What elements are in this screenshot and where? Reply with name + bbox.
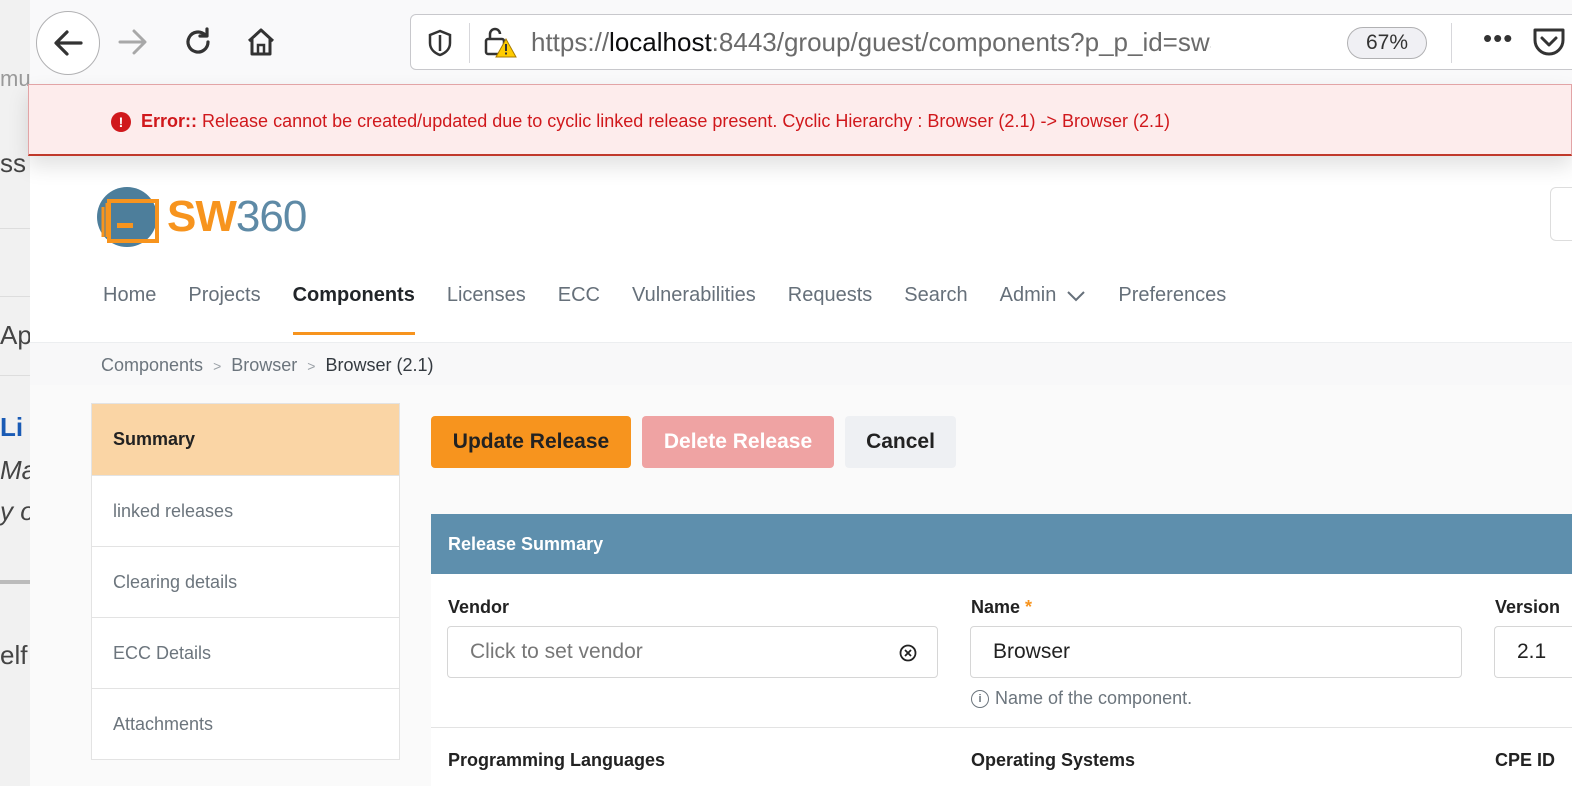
error-text: Release cannot be created/updated due to… <box>202 111 1170 131</box>
programming-languages-label: Programming Languages <box>448 750 666 770</box>
forward-button[interactable] <box>110 19 156 65</box>
required-mark: * <box>1025 597 1033 617</box>
update-release-button[interactable]: Update Release <box>431 416 631 468</box>
name-field[interactable]: Browser <box>970 626 1462 678</box>
bg-fragment: ss <box>0 148 26 178</box>
bg-divider <box>0 580 30 584</box>
reload-icon <box>186 27 210 54</box>
reload-button[interactable] <box>175 19 221 65</box>
page-actions-button[interactable]: ••• <box>1483 23 1513 54</box>
logo-number: 360 <box>235 192 307 241</box>
breadcrumb: Components > Browser > Browser (2.1) <box>101 355 433 376</box>
name-hint: i Name of the component. <box>971 688 1192 709</box>
vendor-placeholder: Click to set vendor <box>470 640 643 663</box>
clear-vendor-icon[interactable] <box>899 644 917 662</box>
name-hint-text: Name of the component. <box>995 688 1193 708</box>
bg-divider <box>0 296 30 297</box>
nav-ecc[interactable]: ECC <box>558 284 600 321</box>
error-message: Error:: Release cannot be created/update… <box>141 111 1170 132</box>
bg-fragment: mu <box>0 66 30 91</box>
operating-systems-label: Operating Systems <box>971 750 1136 770</box>
error-alert: ! Error:: Release cannot be created/upda… <box>28 84 1572 156</box>
tracking-shield-icon[interactable] <box>427 29 453 57</box>
insecure-lock-icon[interactable] <box>483 25 519 59</box>
error-icon: ! <box>111 112 131 132</box>
home-icon <box>247 28 275 56</box>
bg-fragment: Ma <box>0 455 30 485</box>
logo-sw: SW <box>167 192 237 241</box>
url-bar[interactable]: https://localhost:8443/group/guest/compo… <box>410 14 1572 70</box>
cancel-button[interactable]: Cancel <box>845 416 956 468</box>
bg-fragment: elf <box>0 640 28 670</box>
release-sidebar: Summary linked releases Clearing details… <box>91 403 400 760</box>
bg-divider <box>0 228 30 229</box>
vendor-label: Vendor <box>448 597 510 617</box>
nav-admin-label: Admin <box>999 284 1057 306</box>
home-button[interactable] <box>238 19 284 65</box>
breadcrumb-bar: Components > Browser > Browser (2.1) <box>30 342 1572 386</box>
breadcrumb-components[interactable]: Components <box>101 355 203 375</box>
top-right-control[interactable] <box>1550 187 1572 241</box>
nav-home[interactable]: Home <box>103 284 156 321</box>
cpe-id-label: CPE ID <box>1495 750 1556 770</box>
nav-search[interactable]: Search <box>904 284 967 321</box>
nav-components[interactable]: Components <box>292 284 416 335</box>
nav-preferences[interactable]: Preferences <box>1118 284 1226 321</box>
breadcrumb-component[interactable]: Browser <box>231 355 297 375</box>
breadcrumb-current: Browser (2.1) <box>325 355 434 375</box>
version-value: 2.1 <box>1517 640 1547 663</box>
nav-projects[interactable]: Projects <box>188 284 260 321</box>
back-button[interactable] <box>36 11 100 75</box>
version-field[interactable]: 2.1 <box>1494 626 1572 678</box>
sidebar-item-summary[interactable]: Summary <box>92 404 399 475</box>
chevron-down-icon <box>1067 291 1086 302</box>
url-separator <box>469 23 470 63</box>
vendor-field[interactable]: Click to set vendor <box>447 626 938 678</box>
version-label: Version <box>1495 597 1561 617</box>
url-text[interactable]: https://localhost:8443/group/guest/compo… <box>531 27 1211 58</box>
logo-emblem-icon <box>97 187 159 247</box>
chevron-right-icon: > <box>307 358 316 374</box>
bg-fragment: Li <box>0 412 24 442</box>
nav-admin[interactable]: Admin <box>1000 284 1087 321</box>
bg-fragment: y o <box>0 496 30 526</box>
sidebar-item-attachments[interactable]: Attachments <box>92 688 399 759</box>
release-summary-header: Release Summary <box>431 514 1572 574</box>
nav-requests[interactable]: Requests <box>788 284 873 321</box>
bg-divider <box>0 375 30 376</box>
url-host: localhost <box>609 27 712 57</box>
nav-vulnerabilities[interactable]: Vulnerabilities <box>632 284 756 321</box>
bg-fragment: Ap <box>0 320 30 350</box>
info-icon: i <box>971 689 989 708</box>
sw360-logo[interactable]: SW360 <box>95 185 307 249</box>
name-label: Name * <box>971 597 1032 618</box>
browser-toolbar: https://localhost:8443/group/guest/compo… <box>30 0 1572 85</box>
delete-release-button[interactable]: Delete Release <box>642 416 834 468</box>
background-window: mu ss Ap Li Ma y o elf <box>0 0 30 786</box>
sidebar-item-clearing-details[interactable]: Clearing details <box>92 546 399 617</box>
url-scheme: https:// <box>531 27 610 57</box>
section-divider <box>431 727 1572 728</box>
main-nav: Home Projects Components Licenses ECC Vu… <box>103 284 1258 335</box>
name-value: Browser <box>993 640 1071 663</box>
sidebar-item-ecc-details[interactable]: ECC Details <box>92 617 399 688</box>
url-separator <box>1451 23 1452 63</box>
url-path: :8443/group/guest/components?p_p_id=sw36… <box>711 27 1211 57</box>
arrow-left-icon <box>54 30 83 56</box>
arrow-right-icon <box>118 29 147 55</box>
sidebar-item-linked-releases[interactable]: linked releases <box>92 475 399 546</box>
pocket-icon[interactable] <box>1532 26 1566 58</box>
name-label-text: Name <box>971 597 1021 617</box>
error-label: Error:: <box>141 111 198 131</box>
logo-text: SW360 <box>167 192 307 242</box>
chevron-right-icon: > <box>213 358 222 374</box>
zoom-indicator[interactable]: 67% <box>1347 27 1427 59</box>
nav-licenses[interactable]: Licenses <box>447 284 526 321</box>
